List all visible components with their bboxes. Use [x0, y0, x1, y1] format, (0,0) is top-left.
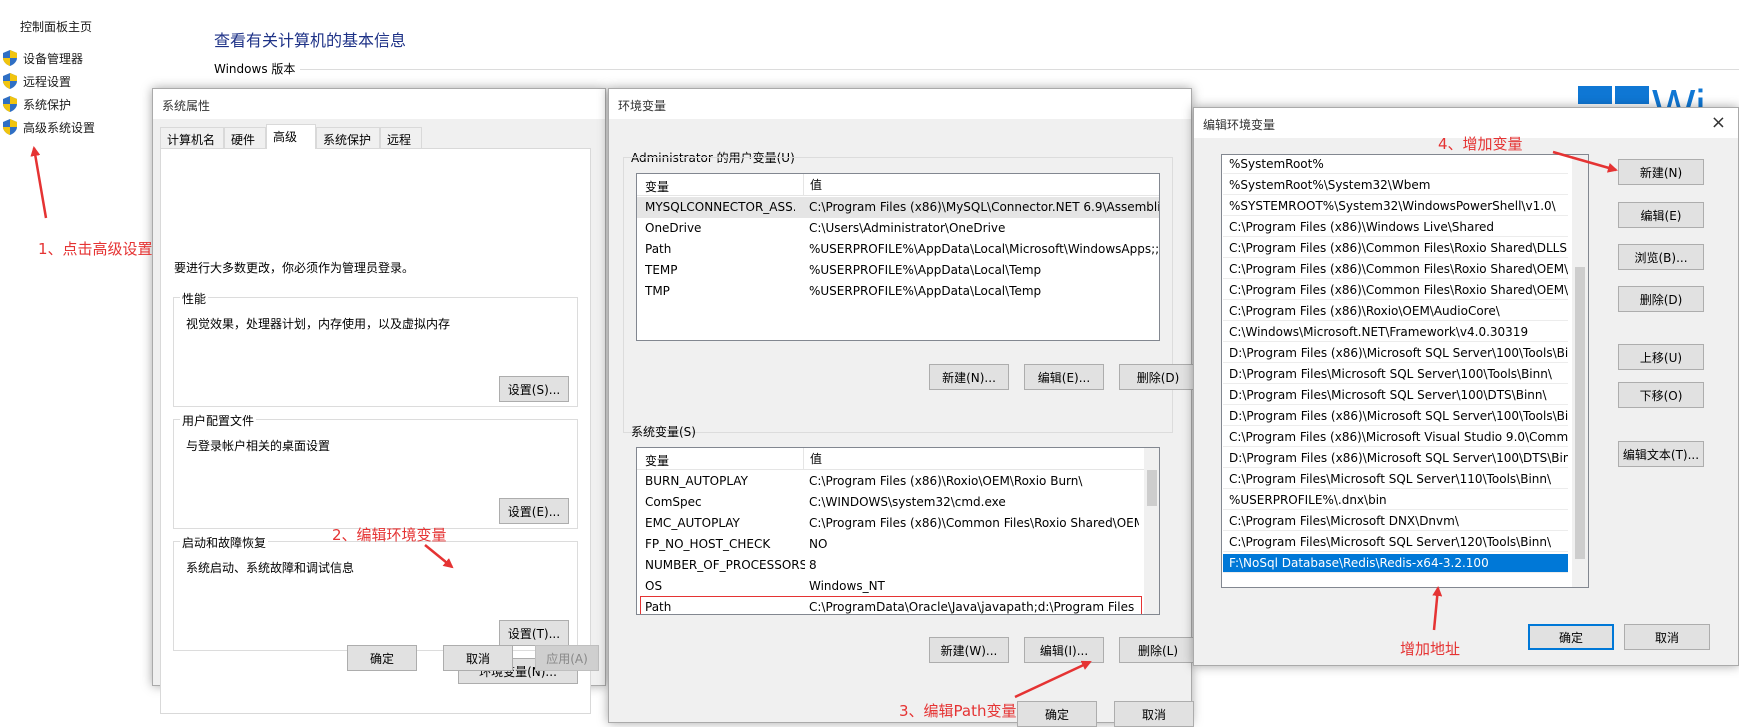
- tab-advanced[interactable]: 高级: [266, 124, 316, 149]
- arrow-add-path: [1432, 586, 1443, 631]
- arrow-step2: [424, 544, 454, 569]
- arrow-step3: [1014, 660, 1092, 699]
- annotation-arrows: [30, 146, 1618, 699]
- arrow-step1: [30, 146, 48, 219]
- arrow-step4: [1552, 150, 1618, 173]
